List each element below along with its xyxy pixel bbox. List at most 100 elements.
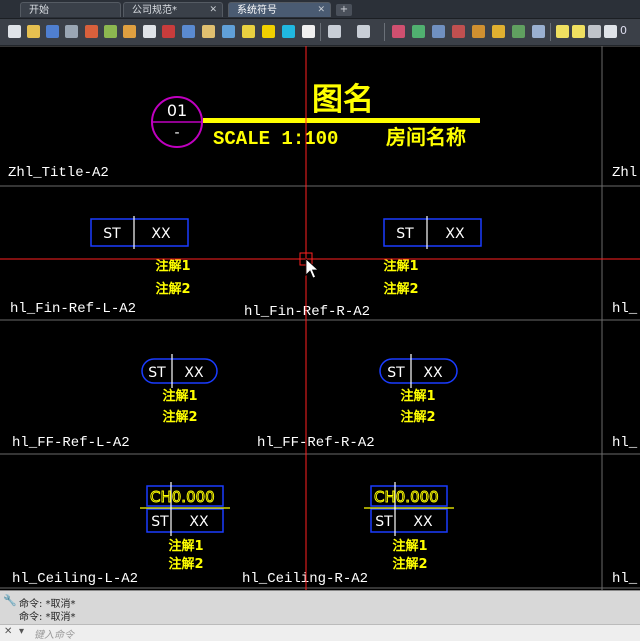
document-tab-bar: 开始 公司规范* ✕ 系统符号 ✕ + <box>0 0 640 19</box>
pan-icon[interactable] <box>412 25 425 38</box>
quick-access-toolbar: 0 <box>0 19 640 46</box>
pencil-icon[interactable] <box>242 25 255 38</box>
scale-text: SCALE 1:100 <box>213 128 338 150</box>
text-icon[interactable] <box>262 25 275 38</box>
properties-icon[interactable] <box>123 25 136 38</box>
tag-left-text: ST <box>148 365 166 381</box>
undo-icon[interactable] <box>328 25 341 38</box>
label-ceiling-partial: hl_ <box>612 571 638 587</box>
wrench-icon[interactable]: 🔧 <box>3 594 17 607</box>
command-input-row[interactable]: ✕ ▾ 键入命令 <box>0 624 640 641</box>
fill-icon[interactable] <box>282 25 295 38</box>
print-icon[interactable] <box>65 25 78 38</box>
open-file-icon[interactable] <box>27 25 40 38</box>
close-tab-icon[interactable]: ✕ <box>317 3 325 18</box>
tag-right-text: XX <box>423 365 443 381</box>
title-name: 图名 <box>312 82 374 118</box>
tab-company-standard[interactable]: 公司规范* ✕ <box>123 2 223 17</box>
label-title-partial: Zhl <box>612 165 637 181</box>
label-fin-ref-l: hl_Fin-Ref-L-A2 <box>10 301 136 317</box>
measure-icon[interactable] <box>392 25 405 38</box>
tab-label: 公司规范* <box>132 5 177 16</box>
tab-start[interactable]: 开始 <box>20 2 121 17</box>
layer-color-icon[interactable] <box>604 25 617 38</box>
zoom-icon[interactable] <box>432 25 445 38</box>
match-icon[interactable] <box>202 25 215 38</box>
drawing-number: 01 <box>167 101 187 120</box>
close-tab-icon[interactable]: ✕ <box>209 3 217 18</box>
label-fin-ref-r: hl_Fin-Ref-R-A2 <box>244 304 370 320</box>
command-input[interactable]: 键入命令 <box>34 626 74 641</box>
sun-icon[interactable] <box>572 25 585 38</box>
label-title-a2: Zhl_Title-A2 <box>8 165 109 181</box>
note-1: 注解1 <box>168 538 203 554</box>
brush-icon[interactable] <box>472 25 485 38</box>
layer-icon[interactable] <box>104 25 117 38</box>
block-icon[interactable] <box>162 25 175 38</box>
image-icon[interactable] <box>222 25 235 38</box>
tag-left-text: ST <box>387 365 405 381</box>
close-icon[interactable]: ✕ <box>4 626 12 637</box>
eraser-icon[interactable] <box>302 25 315 38</box>
note-1: 注解1 <box>392 538 427 554</box>
tag-right-text: XX <box>184 365 204 381</box>
room-name: 房间名称 <box>386 125 466 149</box>
ceiling-left-symbol[interactable]: CH0.000 ST XX 注解1 注解2 <box>140 482 230 572</box>
layer-readout: 0 <box>620 24 627 37</box>
tag-right-text: XX <box>151 226 171 242</box>
title-underline-bar <box>203 118 480 123</box>
tool-icon[interactable] <box>452 25 465 38</box>
tag-left-text: ST <box>103 226 121 242</box>
save-icon[interactable] <box>46 25 59 38</box>
fin-ref-right-symbol[interactable]: ST XX 注解1 注解2 <box>383 216 482 297</box>
tag-right-text: XX <box>445 226 465 242</box>
tag-right-text: XX <box>413 514 433 530</box>
note-2: 注解2 <box>383 281 418 297</box>
drawing-canvas[interactable]: 01 - 图名 SCALE 1:100 房间名称 ST XX 注解1 注解2 S… <box>0 46 640 590</box>
check-icon[interactable] <box>512 25 525 38</box>
tab-label: 开始 <box>29 5 49 16</box>
new-tab-button[interactable]: + <box>336 4 352 16</box>
label-ceiling-r: hl_Ceiling-R-A2 <box>242 571 368 587</box>
note-2: 注解2 <box>168 556 203 572</box>
redo-icon[interactable] <box>357 25 370 38</box>
label-ceiling-l: hl_Ceiling-L-A2 <box>12 571 138 587</box>
fin-ref-left-symbol[interactable]: ST XX 注解1 注解2 <box>90 216 191 297</box>
note-1: 注解1 <box>383 258 418 274</box>
ff-ref-left-symbol[interactable]: ST XX 注解1 注解2 <box>141 354 218 425</box>
label-ff-partial: hl_ <box>612 435 638 451</box>
title-block[interactable]: 01 - 图名 SCALE 1:100 房间名称 <box>151 82 480 150</box>
command-history-line: 命令: *取消* <box>19 612 76 623</box>
drawing-sub-number: - <box>174 125 179 141</box>
toolbar-separator <box>550 23 551 41</box>
tag-right-text: XX <box>189 514 209 530</box>
toolbar-separator <box>384 23 385 41</box>
ceiling-height-text: CH0.000 <box>374 488 439 506</box>
plot-icon[interactable] <box>85 25 98 38</box>
toolbar-separator <box>320 23 321 41</box>
model-space[interactable]: 01 - 图名 SCALE 1:100 房间名称 ST XX 注解1 注解2 S… <box>0 46 640 590</box>
note-1: 注解1 <box>155 258 190 274</box>
ff-ref-right-symbol[interactable]: ST XX 注解1 注解2 <box>379 354 458 425</box>
lightbulb-icon[interactable] <box>556 25 569 38</box>
tab-system-symbols[interactable]: 系统符号 ✕ <box>228 2 331 17</box>
label-fin-partial: hl_ <box>612 301 638 317</box>
clipboard-icon[interactable] <box>143 25 156 38</box>
ceiling-right-symbol[interactable]: CH0.000 ST XX 注解1 注解2 <box>364 482 454 572</box>
note-1: 注解1 <box>400 388 435 404</box>
label-ff-ref-l: hl_FF-Ref-L-A2 <box>12 435 130 451</box>
note-2: 注解2 <box>155 281 190 297</box>
tag-left-text: ST <box>396 226 414 242</box>
insert-icon[interactable] <box>182 25 195 38</box>
new-file-icon[interactable] <box>8 25 21 38</box>
command-line-panel: 🔧 命令: *取消* 命令: *取消* ✕ ▾ 键入命令 <box>0 590 640 641</box>
dimension-icon[interactable] <box>492 25 505 38</box>
tag-left-text: ST <box>151 514 169 530</box>
label-ff-ref-r: hl_FF-Ref-R-A2 <box>257 435 375 451</box>
tab-label: 系统符号 <box>237 5 277 16</box>
chevron-down-icon[interactable]: ▾ <box>19 626 24 637</box>
unlock-icon[interactable] <box>588 25 601 38</box>
layer-stack-icon[interactable] <box>532 25 545 38</box>
note-1: 注解1 <box>162 388 197 404</box>
note-2: 注解2 <box>400 409 435 425</box>
